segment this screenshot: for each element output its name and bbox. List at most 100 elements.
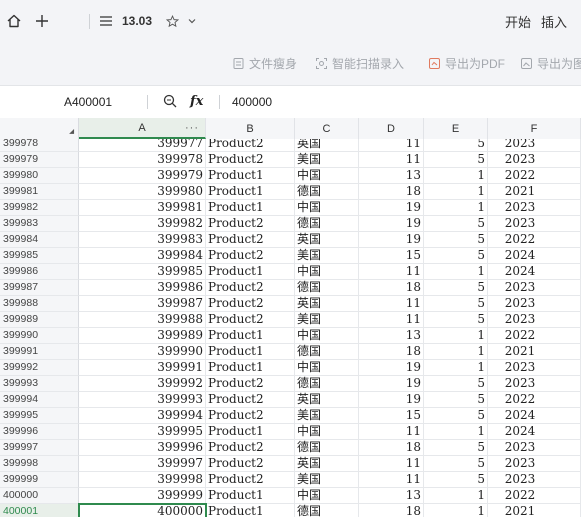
row-number[interactable]: 399991 — [0, 344, 79, 360]
cell-c[interactable]: 英国 — [295, 232, 359, 248]
cell-e[interactable]: 5 — [424, 152, 488, 168]
cell-d[interactable]: 19 — [359, 232, 424, 248]
column-header-e[interactable]: E — [424, 118, 488, 139]
row-number[interactable]: 399995 — [0, 408, 79, 424]
cell-a[interactable]: 399988 — [79, 312, 206, 328]
row-number[interactable]: 399990 — [0, 328, 79, 344]
row-number[interactable]: 400000 — [0, 488, 79, 504]
export-pdf-button[interactable]: 导出为PDF — [428, 54, 505, 72]
cell-d[interactable]: 11 — [359, 296, 424, 312]
cell-c[interactable]: 中国 — [295, 488, 359, 504]
cell-e[interactable]: 5 — [424, 392, 488, 408]
cell-f[interactable]: 2023 — [488, 456, 581, 472]
cell-b[interactable]: Product1 — [206, 168, 295, 184]
name-box[interactable]: A400001 — [64, 86, 112, 118]
cell-f[interactable]: 2023 — [488, 200, 581, 216]
row-number[interactable]: 399982 — [0, 200, 79, 216]
cell-d[interactable]: 15 — [359, 248, 424, 264]
cell-a[interactable]: 400000 — [78, 503, 207, 517]
cell-b[interactable]: Product2 — [206, 232, 295, 248]
cell-f[interactable]: 2023 — [488, 216, 581, 232]
row-number[interactable]: 399997 — [0, 440, 79, 456]
row-number[interactable]: 399984 — [0, 232, 79, 248]
column-a-more-icon[interactable]: ··· — [185, 122, 199, 134]
cell-e[interactable]: 1 — [424, 488, 488, 504]
cell-f[interactable]: 2023 — [488, 360, 581, 376]
cell-f[interactable]: 2022 — [488, 168, 581, 184]
cell-a[interactable]: 399993 — [79, 392, 206, 408]
cell-e[interactable]: 1 — [424, 264, 488, 280]
main-menu-button[interactable] — [99, 0, 113, 42]
cell-d[interactable]: 11 — [359, 312, 424, 328]
cell-c[interactable]: 美国 — [295, 312, 359, 328]
cell-b[interactable]: Product2 — [206, 312, 295, 328]
cell-e[interactable]: 5 — [424, 232, 488, 248]
cell-d[interactable]: 11 — [359, 456, 424, 472]
cell-e[interactable]: 5 — [424, 296, 488, 312]
doc-options-button[interactable] — [187, 0, 197, 42]
cell-a[interactable]: 399980 — [79, 184, 206, 200]
cell-b[interactable]: Product2 — [206, 376, 295, 392]
cell-c[interactable]: 德国 — [295, 504, 359, 517]
cell-b[interactable]: Product1 — [206, 264, 295, 280]
row-number[interactable]: 399980 — [0, 168, 79, 184]
column-header-a[interactable]: A ··· — [79, 118, 206, 139]
cell-e[interactable]: 5 — [424, 408, 488, 424]
cell-b[interactable]: Product2 — [206, 440, 295, 456]
cell-c[interactable]: 英国 — [295, 139, 359, 152]
cell-b[interactable]: Product2 — [206, 296, 295, 312]
row-number[interactable]: 399993 — [0, 376, 79, 392]
cell-a[interactable]: 399990 — [79, 344, 206, 360]
cell-a[interactable]: 399983 — [79, 232, 206, 248]
menu-tab-start[interactable]: 开始 — [505, 0, 531, 42]
smart-scan-button[interactable]: 智能扫描录入 — [315, 54, 404, 72]
row-number[interactable]: 399985 — [0, 248, 79, 264]
cell-f[interactable]: 2022 — [488, 392, 581, 408]
cell-e[interactable]: 5 — [424, 440, 488, 456]
row-number[interactable]: 399979 — [0, 152, 79, 168]
menu-tab-insert[interactable]: 插入 — [541, 0, 567, 42]
document-name[interactable]: 13.03 — [122, 0, 152, 42]
cell-a[interactable]: 399997 — [79, 456, 206, 472]
cell-c[interactable]: 中国 — [295, 360, 359, 376]
cell-a[interactable]: 399994 — [79, 408, 206, 424]
cell-e[interactable]: 1 — [424, 424, 488, 440]
cell-c[interactable]: 美国 — [295, 408, 359, 424]
cell-d[interactable]: 11 — [359, 139, 424, 152]
row-number[interactable]: 399996 — [0, 424, 79, 440]
cell-b[interactable]: Product1 — [206, 360, 295, 376]
cell-f[interactable]: 2022 — [488, 488, 581, 504]
cell-e[interactable]: 1 — [424, 328, 488, 344]
cell-b[interactable]: Product2 — [206, 139, 295, 152]
cell-f[interactable]: 2023 — [488, 280, 581, 296]
cell-f[interactable]: 2023 — [488, 440, 581, 456]
cell-e[interactable]: 1 — [424, 168, 488, 184]
cell-c[interactable]: 德国 — [295, 344, 359, 360]
row-number[interactable]: 399981 — [0, 184, 79, 200]
cell-e[interactable]: 5 — [424, 216, 488, 232]
cell-e[interactable]: 1 — [424, 200, 488, 216]
cell-b[interactable]: Product1 — [206, 184, 295, 200]
cell-a[interactable]: 399982 — [79, 216, 206, 232]
cell-d[interactable]: 11 — [359, 424, 424, 440]
row-number[interactable]: 400001 — [0, 504, 79, 517]
cell-b[interactable]: Product1 — [206, 488, 295, 504]
cell-d[interactable]: 11 — [359, 152, 424, 168]
cell-f[interactable]: 2021 — [488, 504, 581, 517]
row-number[interactable]: 399998 — [0, 456, 79, 472]
cell-a[interactable]: 399979 — [79, 168, 206, 184]
cell-b[interactable]: Product2 — [206, 408, 295, 424]
cell-b[interactable]: Product2 — [206, 392, 295, 408]
row-number[interactable]: 399994 — [0, 392, 79, 408]
cell-a[interactable]: 399985 — [79, 264, 206, 280]
column-header-d[interactable]: D — [359, 118, 424, 139]
cell-d[interactable]: 11 — [359, 264, 424, 280]
cell-d[interactable]: 18 — [359, 280, 424, 296]
cell-b[interactable]: Product2 — [206, 152, 295, 168]
cell-d[interactable]: 13 — [359, 328, 424, 344]
cell-b[interactable]: Product1 — [206, 344, 295, 360]
row-number[interactable]: 399983 — [0, 216, 79, 232]
cell-f[interactable]: 2024 — [488, 248, 581, 264]
cell-e[interactable]: 1 — [424, 360, 488, 376]
cell-e[interactable]: 5 — [424, 248, 488, 264]
